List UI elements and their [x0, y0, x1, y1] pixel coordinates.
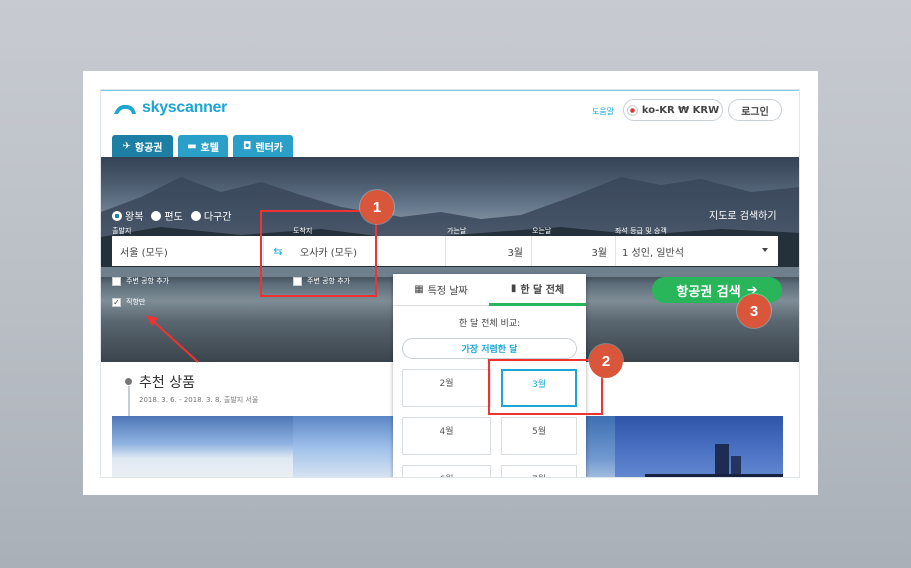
trip-oneway-label: 편도	[164, 212, 183, 223]
cabin-select[interactable]: 1 성인, 일반석	[616, 236, 778, 266]
tab-specific-date-label: 특정 날짜	[427, 286, 468, 297]
tab-whole-month-label: 한 달 전체	[520, 285, 565, 296]
skyscanner-page: skyscanner 도움말 ko-KR ₩ KRW 로그인 ✈ 항공권 ▬ 호…	[100, 89, 800, 478]
month-feb[interactable]: 2월	[402, 369, 491, 407]
annotation-arrow-icon	[146, 315, 199, 363]
month-apr[interactable]: 4월	[402, 417, 491, 455]
tab-whole-month[interactable]: ▮ 한 달 전체	[489, 274, 586, 306]
timeline-dot	[125, 378, 132, 385]
trip-type-group: 왕복 편도 다구간	[112, 208, 239, 223]
month-jun[interactable]: 6월	[402, 465, 491, 477]
annotation-box-month	[488, 359, 603, 415]
recommend-card-city[interactable]	[615, 416, 783, 477]
recommend-card-sky[interactable]	[112, 416, 293, 477]
tab-hotels-label: 호텔	[200, 142, 219, 154]
compare-label: 한 달 전체 비교:	[458, 319, 521, 329]
radio-on-icon	[112, 210, 122, 221]
trip-roundtrip[interactable]: 왕복	[112, 208, 143, 223]
bed-icon: ▬	[187, 140, 197, 152]
top-border	[101, 90, 799, 91]
trip-multicity-label: 다구간	[203, 212, 232, 223]
car-icon: ◘	[242, 140, 252, 152]
cabin-value: 1 성인, 일반석	[622, 247, 684, 259]
search-flights-label: 항공권 검색	[676, 284, 741, 300]
tab-flights[interactable]: ✈ 항공권	[112, 135, 173, 157]
annotation-box-destination	[260, 210, 377, 297]
calendar-icon: ▦	[414, 284, 424, 295]
trip-roundtrip-label: 왕복	[125, 212, 144, 223]
return-label: 오는날	[532, 227, 552, 235]
origin-label: 출발지	[112, 227, 132, 235]
locale-button[interactable]: ko-KR ₩ KRW	[623, 99, 723, 121]
annotation-badge-2: 2	[589, 344, 623, 378]
tab-hotels[interactable]: ▬ 호텔	[178, 135, 228, 157]
map-search-link[interactable]: 지도로 검색하기	[709, 207, 777, 222]
checkbox-empty-icon	[112, 276, 121, 286]
nearby-origin-label: 주변 공항 추가	[126, 277, 170, 285]
direct-only-label: 직항만	[126, 298, 146, 306]
recommend-title: 추천 상품	[139, 375, 195, 391]
annotation-badge-1: 1	[360, 190, 394, 224]
city-skyline-icon	[645, 444, 783, 477]
cloud-logo-icon	[114, 104, 136, 114]
month-may[interactable]: 5월	[501, 417, 577, 455]
tab-cars[interactable]: ◘ 렌터카	[233, 135, 293, 157]
annotation-badge-3: 3	[737, 294, 771, 328]
tab-cars-label: 렌터카	[255, 142, 283, 154]
nearby-origin-checkbox[interactable]: 주변 공항 추가	[112, 276, 169, 286]
bar-chart-icon: ▮	[510, 283, 517, 294]
radio-off-icon	[151, 210, 162, 221]
depart-date-input[interactable]: 3월	[446, 236, 532, 266]
cheapest-month-button[interactable]: 가장 저렴한 달	[402, 338, 577, 359]
chevron-down-icon	[762, 248, 768, 252]
recommend-card-clouds[interactable]	[293, 416, 393, 477]
recommend-subtitle: 2018. 3. 6. - 2018. 3. 8. 출발지 서울	[139, 396, 259, 404]
cabin-label: 좌석 등급 및 승객	[615, 227, 667, 235]
depart-label: 가는날	[447, 227, 467, 235]
locale-label: ko-KR ₩ KRW	[641, 104, 720, 116]
login-button[interactable]: 로그인	[728, 99, 782, 121]
trip-oneway[interactable]: 편도	[151, 208, 183, 223]
help-link[interactable]: 도움말	[592, 106, 614, 117]
tab-flights-label: 항공권	[134, 142, 163, 154]
recommend-card-partial[interactable]	[586, 416, 615, 477]
direct-only-checkbox[interactable]: ✓ 직항만	[112, 297, 145, 307]
radio-off-icon	[190, 210, 201, 221]
return-date-input[interactable]: 3월	[532, 236, 616, 266]
logo[interactable]: skyscanner	[112, 98, 227, 118]
origin-input[interactable]: 서울 (모두)	[112, 236, 264, 266]
search-form: 서울 (모두) ⇆ 오사카 (모두) 3월 3월 1 성인, 일반석	[112, 236, 778, 266]
trip-multicity[interactable]: 다구간	[190, 208, 232, 223]
tab-specific-date[interactable]: ▦ 특정 날짜	[393, 274, 489, 306]
month-jul[interactable]: 7월	[501, 465, 577, 477]
plane-icon: ✈	[122, 140, 131, 152]
checkbox-checked-icon: ✓	[112, 297, 121, 307]
korea-flag-icon	[626, 104, 638, 116]
logo-text: skyscanner	[142, 99, 228, 116]
